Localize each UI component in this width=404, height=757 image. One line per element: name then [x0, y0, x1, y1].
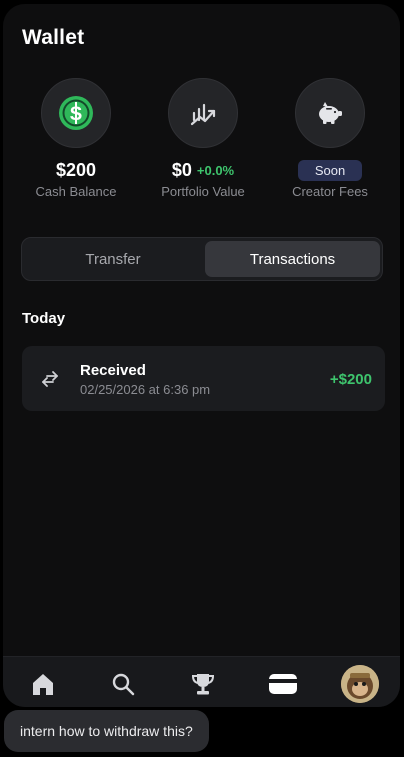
cash-balance-value: $200 [55, 159, 97, 180]
transfer-arrows-icon [42, 371, 58, 387]
transaction-amount: +$200 [329, 371, 372, 388]
transaction-date: 02/25/2026 at 6:36 pm [80, 382, 211, 397]
wallet-tabs: Transfer Transactions [21, 237, 383, 281]
portfolio-value-label: Portfolio Value [161, 184, 245, 199]
wallet-screen: Wallet S $200 Cash Balance [3, 4, 400, 707]
search-icon [112, 673, 135, 696]
dollar-coin-icon: S [59, 96, 93, 130]
chat-message-text: intern how to withdraw this? [20, 723, 193, 739]
transaction-type: Received [80, 362, 146, 379]
nav-wallet[interactable] [266, 667, 300, 701]
portfolio-icon-circle [168, 78, 238, 148]
portfolio-value: $0 [171, 159, 192, 180]
nav-search[interactable] [106, 667, 140, 701]
chat-message-bubble: intern how to withdraw this? [4, 710, 209, 752]
stat-cash-balance[interactable]: S $200 Cash Balance [11, 78, 141, 199]
home-icon [33, 674, 53, 695]
wallet-icon [269, 674, 297, 694]
section-heading-today: Today [22, 310, 66, 327]
trophy-icon [191, 674, 215, 695]
page-title: Wallet [22, 26, 85, 49]
avatar [341, 665, 379, 703]
tab-transactions[interactable]: Transactions [205, 241, 380, 277]
cash-balance-icon-circle: S [41, 78, 111, 148]
tab-transfer[interactable]: Transfer [25, 241, 201, 277]
bottom-navigation [3, 656, 400, 707]
nav-profile[interactable] [341, 665, 379, 703]
nav-home[interactable] [26, 667, 60, 701]
creator-fees-label: Creator Fees [292, 184, 368, 199]
cash-balance-label: Cash Balance [35, 184, 117, 199]
creator-fees-icon-circle [295, 78, 365, 148]
stat-portfolio-value[interactable]: $0 +0.0% Portfolio Value [138, 78, 268, 199]
stat-creator-fees[interactable]: Soon Creator Fees [265, 78, 395, 199]
coming-soon-badge: Soon [297, 159, 363, 181]
chart-trend-icon [190, 103, 216, 126]
portfolio-change: +0.0% [196, 162, 235, 178]
transaction-row[interactable]: Received 02/25/2026 at 6:36 pm +$200 [22, 346, 385, 411]
nav-leaderboard[interactable] [186, 667, 220, 701]
piggy-bank-icon [319, 102, 342, 124]
